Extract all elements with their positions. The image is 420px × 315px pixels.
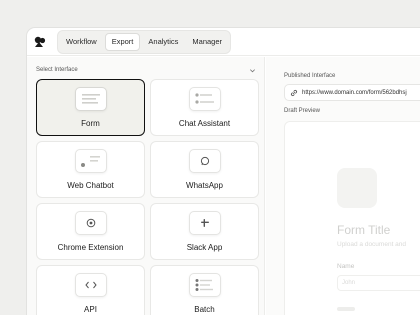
interface-card-label: Web Chatbot bbox=[67, 181, 114, 190]
interface-grid: Form Chat Assistant Web Chatbot WhatsApp… bbox=[36, 79, 259, 315]
form-icon bbox=[74, 87, 107, 111]
tab-analytics[interactable]: Analytics bbox=[142, 34, 184, 50]
interface-card-label: WhatsApp bbox=[186, 181, 223, 190]
published-interface-label: Published Interface bbox=[284, 73, 336, 79]
interface-card-chrome-extension[interactable]: Chrome Extension bbox=[36, 203, 145, 260]
preview-name-input: John bbox=[337, 275, 420, 291]
chat-assistant-icon bbox=[188, 87, 221, 111]
whatsapp-icon bbox=[188, 149, 221, 173]
link-icon bbox=[290, 89, 298, 96]
preview-next-field bbox=[337, 307, 355, 311]
interface-card-whatsapp[interactable]: WhatsApp bbox=[150, 141, 259, 198]
published-url-field[interactable]: https://www.domain.com/form/562bdhsj bbox=[284, 84, 420, 101]
preview-form-title: Form Title bbox=[337, 223, 391, 237]
slack-icon bbox=[188, 211, 221, 235]
export-panel: Published Interface https://www.domain.c… bbox=[266, 57, 420, 315]
interface-card-label: Chat Assistant bbox=[178, 119, 231, 128]
interface-card-chat-assistant[interactable]: Chat Assistant bbox=[150, 79, 259, 136]
draft-preview-label: Draft Preview bbox=[284, 108, 321, 114]
select-interface-label: Select Interface bbox=[36, 67, 78, 73]
chevron-down-icon[interactable] bbox=[249, 67, 256, 74]
chrome-extension-icon bbox=[74, 211, 107, 235]
preview-logo-placeholder bbox=[337, 168, 377, 208]
app-logo-icon[interactable] bbox=[33, 35, 47, 49]
interface-card-form[interactable]: Form bbox=[36, 79, 145, 136]
tab-workflow[interactable]: Workflow bbox=[60, 34, 103, 50]
app-window: Workflow Export Analytics Manager Select… bbox=[26, 27, 420, 315]
interface-card-slack-app[interactable]: Slack App bbox=[150, 203, 259, 260]
web-chatbot-icon bbox=[74, 149, 107, 173]
select-interface-header[interactable]: Select Interface bbox=[27, 63, 264, 77]
interface-card-label: Batch bbox=[194, 305, 215, 314]
tab-manager[interactable]: Manager bbox=[186, 34, 228, 50]
draft-preview: Form Title Upload a document and Name Jo… bbox=[284, 121, 420, 315]
batch-icon bbox=[188, 273, 221, 297]
interface-card-web-chatbot[interactable]: Web Chatbot bbox=[36, 141, 145, 198]
preview-form-subtitle: Upload a document and bbox=[337, 241, 407, 248]
interface-card-label: Form bbox=[81, 119, 100, 128]
published-url: https://www.domain.com/form/562bdhsj bbox=[302, 89, 407, 96]
main-tabs: Workflow Export Analytics Manager bbox=[57, 29, 232, 54]
interface-card-label: Slack App bbox=[186, 243, 223, 252]
preview-field-label: Name bbox=[337, 263, 355, 270]
top-bar: Workflow Export Analytics Manager bbox=[27, 28, 420, 56]
interface-card-label: Chrome Extension bbox=[57, 243, 124, 252]
tab-export[interactable]: Export bbox=[104, 32, 141, 51]
interface-selector-panel: Select Interface Form Chat Assistant Web… bbox=[27, 57, 265, 315]
interface-card-label: API bbox=[84, 305, 97, 314]
interface-card-batch[interactable]: Batch bbox=[150, 265, 259, 315]
interface-card-api[interactable]: API bbox=[36, 265, 145, 315]
code-icon bbox=[74, 273, 107, 297]
